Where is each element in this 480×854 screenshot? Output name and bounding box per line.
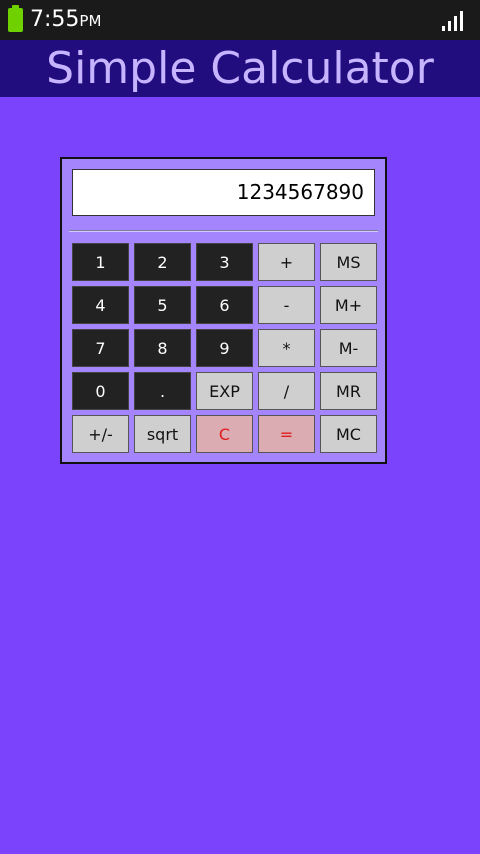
- digit-6-button[interactable]: 6: [196, 286, 253, 324]
- memory-add-button[interactable]: M+: [320, 286, 377, 324]
- digit-0-button[interactable]: 0: [72, 372, 129, 410]
- memory-subtract-button[interactable]: M-: [320, 329, 377, 367]
- digit-5-button[interactable]: 5: [134, 286, 191, 324]
- exponent-button[interactable]: EXP: [196, 372, 253, 410]
- memory-store-button[interactable]: MS: [320, 243, 377, 281]
- battery-icon: [8, 5, 23, 32]
- sign-toggle-button[interactable]: +/-: [72, 415, 129, 453]
- app-title: Simple Calculator: [46, 43, 434, 94]
- clock-time: 7:55: [30, 7, 80, 32]
- clear-button[interactable]: C: [196, 415, 253, 453]
- add-button[interactable]: +: [258, 243, 315, 281]
- equals-button[interactable]: =: [258, 415, 315, 453]
- digit-4-button[interactable]: 4: [72, 286, 129, 324]
- divide-button[interactable]: /: [258, 372, 315, 410]
- calculator-display[interactable]: 1234567890: [72, 169, 375, 216]
- memory-recall-button[interactable]: MR: [320, 372, 377, 410]
- digit-3-button[interactable]: 3: [196, 243, 253, 281]
- keypad: 1 2 3 + MS 4 5 6- M+ 7 8 9 * M- 0. EXP / MR +/- sqrt C = MC: [72, 243, 377, 453]
- app-title-bar: Simple Calculator: [0, 40, 480, 97]
- signal-strength-icon: [442, 11, 464, 31]
- digit-7-button[interactable]: 7: [72, 329, 129, 367]
- clock-ampm: PM: [79, 12, 102, 30]
- decimal-point-button[interactable]: .: [134, 372, 191, 410]
- subtract-button[interactable]: -: [258, 286, 315, 324]
- divider: [69, 230, 378, 232]
- digit-9-button[interactable]: 9: [196, 329, 253, 367]
- digit-2-button[interactable]: 2: [134, 243, 191, 281]
- memory-clear-button[interactable]: MC: [320, 415, 377, 453]
- multiply-button[interactable]: *: [258, 329, 315, 367]
- digit-8-button[interactable]: 8: [134, 329, 191, 367]
- calculator-panel: 1234567890 1 2 3 + MS 4 5 6- M+ 7 8 9 * M- 0. EXP / MR +/-…: [60, 157, 387, 464]
- square-root-button[interactable]: sqrt: [134, 415, 191, 453]
- digit-1-button[interactable]: 1: [72, 243, 129, 281]
- status-bar: 7:55PM: [0, 0, 480, 40]
- status-clock: 7:55PM: [30, 6, 101, 35]
